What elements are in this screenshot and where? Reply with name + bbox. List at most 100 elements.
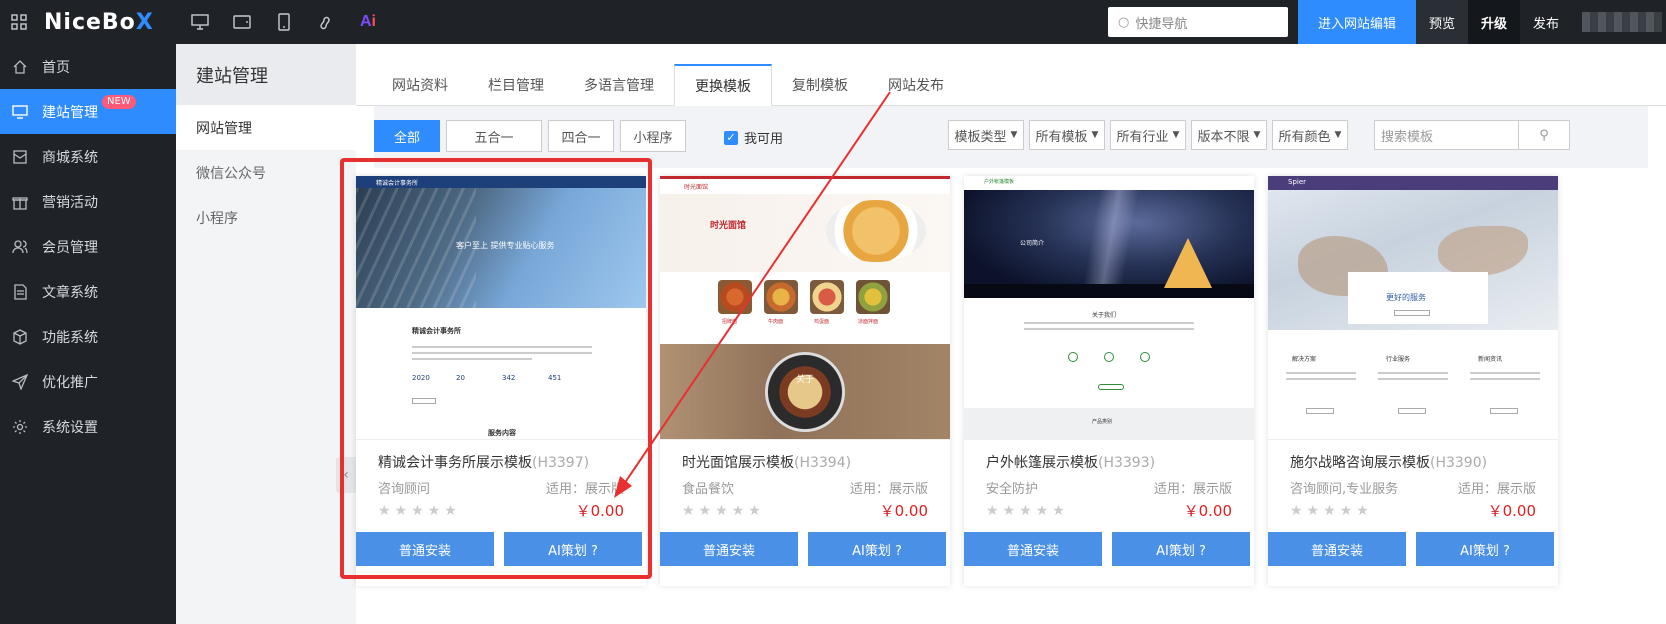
filter-miniprogram-button[interactable]: 小程序	[620, 120, 686, 152]
star-icon: ★	[444, 503, 457, 519]
monitor-icon	[12, 104, 28, 120]
tab-bar: 网站资料 栏目管理 多语言管理 更换模板 复制模板 网站发布	[372, 64, 964, 106]
star-icon: ★	[1052, 503, 1065, 519]
top-bar: NiceBoX Ai ○ 快捷导航 进入网站编辑 预览 升级 发布	[0, 0, 1666, 44]
enter-site-editor-button[interactable]: 进入网站编辑	[1298, 0, 1416, 44]
sidebar-item-marketing[interactable]: 营销活动	[0, 179, 176, 224]
main-sidebar: 首页 建站管理 NEW 商城系统 营销活动 会员管理 文章系统 功能系统 优化推…	[0, 44, 176, 624]
sidebar-item-members[interactable]: 会员管理	[0, 224, 176, 269]
quick-nav-search[interactable]: ○ 快捷导航	[1108, 7, 1288, 37]
sidebar-item-articles[interactable]: 文章系统	[0, 269, 176, 314]
template-applicable: 适用：展示版	[545, 482, 624, 497]
install-button[interactable]: 普通安装	[356, 532, 494, 566]
star-icon: ★	[1019, 503, 1032, 519]
rating-stars: ★ ★ ★ ★ ★	[986, 503, 1065, 519]
sidebar-item-label: 文章系统	[42, 284, 98, 301]
gift-icon	[12, 194, 28, 210]
star-icon: ★	[986, 503, 999, 519]
home-icon	[12, 59, 28, 75]
sidebar-item-label: 商城系统	[42, 149, 98, 166]
ai-icon[interactable]: Ai	[358, 12, 378, 32]
caret-down-icon: ▼	[1091, 130, 1099, 140]
install-button[interactable]: 普通安装	[660, 532, 798, 566]
star-icon: ★	[1035, 503, 1049, 519]
star-icon: ★	[698, 503, 712, 519]
ai-plan-button[interactable]: AI策划 ?	[1416, 532, 1554, 566]
template-card[interactable]: 精诚会计事务所 客户至上 提供专业贴心服务 精诚会计事务所 2020 20 34…	[356, 176, 646, 586]
caret-down-icon: ▼	[1172, 130, 1180, 140]
publish-button[interactable]: 发布	[1520, 0, 1572, 44]
subnav-item-miniprogram[interactable]: 小程序	[176, 195, 356, 240]
tab-copy-template[interactable]: 复制模板	[772, 64, 868, 106]
template-applicable: 适用：展示版	[1153, 482, 1232, 497]
apps-grid-icon[interactable]	[0, 0, 38, 44]
ai-plan-button[interactable]: AI策划 ?	[504, 532, 642, 566]
subnav-item-site[interactable]: 网站管理	[176, 105, 356, 150]
ai-plan-button[interactable]: AI策划 ?	[1112, 532, 1250, 566]
sidebar-item-label: 建站管理	[42, 104, 98, 121]
template-card[interactable]: 户外帐篷模板 公司简介 关于我们 产品类别 户外帐篷展示模板(H3393) 安全…	[964, 176, 1254, 586]
template-thumbnail[interactable]: 精诚会计事务所 客户至上 提供专业贴心服务 精诚会计事务所 2020 20 34…	[356, 176, 646, 440]
version-dropdown[interactable]: 版本不限 ▼	[1191, 120, 1267, 150]
collapse-sidebar-button[interactable]: ‹	[336, 457, 356, 493]
star-icon: ★	[427, 503, 441, 519]
star-icon: ★	[1290, 503, 1303, 519]
template-category: 咨询顾问,专业服务	[1290, 482, 1399, 497]
color-dropdown[interactable]: 所有颜色 ▼	[1272, 120, 1348, 150]
template-thumbnail[interactable]: 户外帐篷模板 公司简介 关于我们 产品类别	[964, 176, 1254, 440]
ai-plan-button[interactable]: AI策划 ?	[808, 532, 946, 566]
tab-site-info[interactable]: 网站资料	[372, 64, 468, 106]
sidebar-item-home[interactable]: 首页	[0, 44, 176, 89]
mobile-icon[interactable]	[274, 12, 294, 32]
sidebar-item-seo[interactable]: 优化推广	[0, 359, 176, 404]
upgrade-button[interactable]: 升级	[1468, 0, 1520, 44]
chevron-left-icon: ‹	[343, 467, 349, 483]
checkbox-label: 我可用	[744, 132, 784, 147]
mini-program-icon[interactable]	[316, 12, 336, 32]
logo[interactable]: NiceBoX	[44, 10, 182, 35]
preview-button[interactable]: 预览	[1416, 0, 1468, 44]
industry-dropdown[interactable]: 所有行业 ▼	[1110, 120, 1186, 150]
gear-icon	[12, 419, 28, 435]
template-title: 时光面馆展示模板(H3394)	[682, 455, 852, 471]
rating-stars: ★ ★ ★ ★ ★	[378, 503, 457, 519]
star-icon: ★	[1323, 503, 1336, 519]
desktop-icon[interactable]	[190, 12, 210, 32]
template-search[interactable]: 搜索模板 ⚲	[1374, 120, 1570, 150]
template-search-input[interactable]: 搜索模板	[1375, 121, 1519, 149]
template-thumbnail[interactable]: Spier 更好的服务 解决方案 行业服务 新闻资讯	[1268, 176, 1558, 440]
sidebar-item-settings[interactable]: 系统设置	[0, 404, 176, 449]
subnav-item-wechat[interactable]: 微信公众号	[176, 150, 356, 195]
filter-four-in-one-button[interactable]: 四合一	[548, 120, 614, 152]
tab-columns[interactable]: 栏目管理	[468, 64, 564, 106]
sidebar-item-mall[interactable]: 商城系统	[0, 134, 176, 179]
template-price: ￥0.00	[879, 502, 928, 520]
template-card[interactable]: Spier 更好的服务 解决方案 行业服务 新闻资讯 施尔战略咨询展示模板(H3…	[1268, 176, 1558, 586]
template-category: 安全防护	[986, 482, 1039, 497]
sidebar-item-site-management[interactable]: 建站管理 NEW	[0, 89, 176, 134]
rating-stars: ★ ★ ★ ★ ★	[1290, 503, 1369, 519]
all-templates-dropdown[interactable]: 所有模板 ▼	[1029, 120, 1105, 150]
tab-change-template[interactable]: 更换模板	[674, 64, 772, 106]
star-icon: ★	[1306, 503, 1320, 519]
install-button[interactable]: 普通安装	[964, 532, 1102, 566]
template-category: 食品餐饮	[682, 482, 735, 497]
star-icon: ★	[1339, 503, 1353, 519]
install-button[interactable]: 普通安装	[1268, 532, 1406, 566]
caret-down-icon: ▼	[1334, 130, 1342, 140]
template-type-dropdown[interactable]: 模板类型 ▼	[948, 120, 1024, 150]
star-icon: ★	[731, 503, 745, 519]
template-card[interactable]: 时光面馆 时光面馆 招牌面 牛肉面 鸡蛋面 凉面拌面 关于 时光面馆展示模板(H…	[660, 176, 950, 586]
template-thumbnail[interactable]: 时光面馆 时光面馆 招牌面 牛肉面 鸡蛋面 凉面拌面 关于	[660, 176, 950, 440]
tablet-icon[interactable]	[232, 12, 252, 32]
available-checkbox[interactable]: ✓ 我可用	[724, 128, 783, 147]
star-icon: ★	[1002, 503, 1016, 519]
sidebar-item-features[interactable]: 功能系统	[0, 314, 176, 359]
tab-site-publish[interactable]: 网站发布	[868, 64, 964, 106]
filter-five-in-one-button[interactable]: 五合一	[446, 120, 542, 152]
search-icon[interactable]: ⚲	[1519, 128, 1569, 143]
filter-all-button[interactable]: 全部	[374, 120, 440, 152]
user-account-blurred[interactable]	[1582, 12, 1662, 32]
tab-languages[interactable]: 多语言管理	[564, 64, 674, 106]
star-icon: ★	[394, 503, 408, 519]
